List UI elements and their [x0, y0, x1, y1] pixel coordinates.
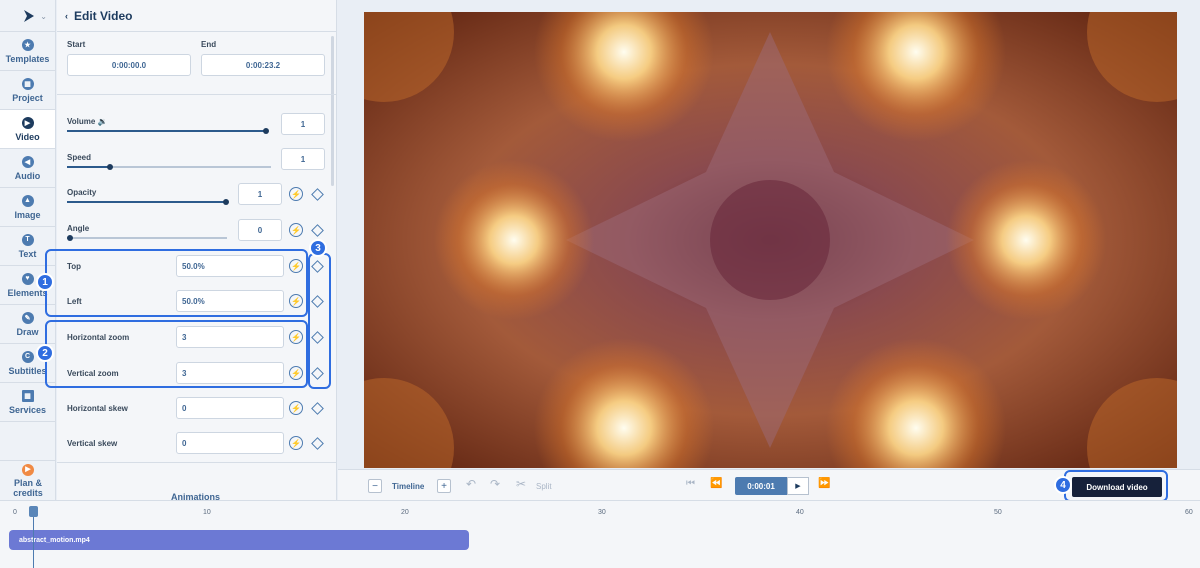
split-button[interactable]: Split	[536, 482, 552, 491]
video-frame	[364, 12, 1177, 468]
timeline-tick: 20	[401, 509, 409, 516]
play-button[interactable]: ▶	[787, 477, 809, 495]
lightning-icon[interactable]: ⚡	[289, 223, 303, 237]
speed-input[interactable]: 1	[281, 148, 325, 170]
play-icon: ▶	[21, 116, 34, 129]
highlight-box-keyframes	[308, 253, 331, 389]
panel-title: Edit Video	[74, 8, 133, 23]
angle-slider-thumb[interactable]	[67, 235, 73, 241]
audio-icon: ◀	[21, 155, 34, 168]
timeline-label: Timeline	[392, 482, 425, 491]
video-preview[interactable]	[364, 12, 1177, 468]
sidebar-item-project[interactable]: ▦ Project	[0, 71, 55, 110]
angle-input[interactable]: 0	[238, 219, 282, 241]
undo-icon[interactable]: ↶	[466, 477, 476, 491]
vertical-skew-input[interactable]: 0	[176, 432, 284, 454]
app-logo[interactable]: ⌄	[0, 0, 55, 32]
speed-slider-fill	[67, 166, 108, 168]
scissors-icon[interactable]: ✂	[516, 477, 526, 491]
heart-icon: ♥	[21, 272, 34, 285]
start-input[interactable]: 0:00:00.0	[67, 54, 191, 76]
opacity-input[interactable]: 1	[238, 183, 282, 205]
timeline-tick: 40	[796, 509, 804, 516]
highlight-box-zoom	[45, 320, 308, 388]
keyframe-diamond-icon[interactable]	[311, 188, 324, 201]
timeline[interactable]: 0 10 20 30 40 50 60 abstract_motion.mp4	[0, 500, 1200, 568]
playhead-handle[interactable]	[29, 506, 38, 517]
logo-icon	[24, 9, 34, 22]
sidebar-item-audio[interactable]: ◀ Audio	[0, 149, 55, 188]
sidebar-item-services[interactable]: ▦ Services	[0, 383, 55, 422]
highlight-box-position	[45, 249, 308, 317]
speed-label: Speed	[67, 153, 92, 162]
rewind-icon[interactable]: ⏪	[710, 478, 722, 489]
timeline-tick: 0	[13, 509, 17, 516]
sidebar-item-plan[interactable]: ▶ Plan & credits	[0, 460, 56, 500]
star-icon: ★	[21, 38, 34, 51]
sidebar-item-templates[interactable]: ★ Templates	[0, 32, 55, 71]
plan-icon: ▶	[22, 463, 34, 476]
volume-input[interactable]: 1	[281, 113, 325, 135]
vertical-skew-label: Vertical skew	[67, 439, 118, 448]
horizontal-skew-input[interactable]: 0	[176, 397, 284, 419]
end-label: End	[201, 40, 217, 49]
zoom-in-button[interactable]: +	[437, 479, 451, 493]
chevron-down-icon[interactable]: ⌄	[40, 12, 47, 21]
video-clip[interactable]: abstract_motion.mp4	[9, 530, 469, 550]
callout-badge-1: 1	[36, 273, 54, 291]
callout-badge-2: 2	[36, 344, 54, 362]
opacity-slider-thumb[interactable]	[223, 199, 229, 205]
end-input[interactable]: 0:00:23.2	[201, 54, 325, 76]
divider	[57, 94, 336, 95]
horizontal-skew-label: Horizontal skew	[67, 404, 128, 413]
panel-header: ‹ Edit Video	[57, 0, 336, 32]
callout-badge-4: 4	[1054, 476, 1072, 494]
lightning-icon[interactable]: ⚡	[289, 436, 303, 450]
fast-forward-icon[interactable]: ⏩	[818, 478, 830, 489]
skip-start-icon[interactable]: ⏮	[686, 478, 695, 489]
animations-heading[interactable]: Animations	[171, 492, 220, 500]
image-icon: ▲	[21, 194, 34, 207]
lightning-icon[interactable]: ⚡	[289, 187, 303, 201]
timeline-tick: 30	[598, 509, 606, 516]
sidebar-item-image[interactable]: ▲ Image	[0, 188, 55, 227]
text-icon: T	[21, 233, 34, 246]
redo-icon[interactable]: ↷	[490, 477, 500, 491]
keyframe-diamond-icon[interactable]	[311, 224, 324, 237]
opacity-slider[interactable]	[67, 201, 227, 203]
highlight-box-download	[1064, 470, 1168, 502]
angle-slider[interactable]	[67, 237, 227, 239]
speed-slider-thumb[interactable]	[107, 164, 113, 170]
grid-icon: ▦	[21, 389, 34, 402]
volume-slider[interactable]	[67, 130, 267, 132]
volume-label: Volume 🔉	[67, 117, 108, 126]
back-icon[interactable]: ‹	[65, 11, 68, 21]
timeline-tick: 10	[203, 509, 211, 516]
opacity-label: Opacity	[67, 188, 97, 197]
cc-icon: C	[21, 350, 34, 363]
keyframe-diamond-icon[interactable]	[311, 402, 324, 415]
angle-label: Angle	[67, 224, 90, 233]
pen-icon: ✎	[21, 311, 34, 324]
keyframe-diamond-icon[interactable]	[311, 437, 324, 450]
callout-badge-3: 3	[309, 239, 327, 257]
timeline-tick: 50	[994, 509, 1002, 516]
sidebar-item-video[interactable]: ▶ Video	[0, 110, 55, 149]
start-label: Start	[67, 40, 86, 49]
speaker-icon: 🔉	[97, 117, 108, 126]
current-time: 0:00:01	[735, 477, 787, 495]
zoom-out-button[interactable]: −	[368, 479, 382, 493]
panel-scrollbar[interactable]	[331, 36, 334, 186]
lightning-icon[interactable]: ⚡	[289, 401, 303, 415]
volume-slider-thumb[interactable]	[263, 128, 269, 134]
timeline-tick: 60	[1185, 509, 1193, 516]
grid-icon: ▦	[21, 77, 34, 90]
divider	[57, 462, 336, 463]
